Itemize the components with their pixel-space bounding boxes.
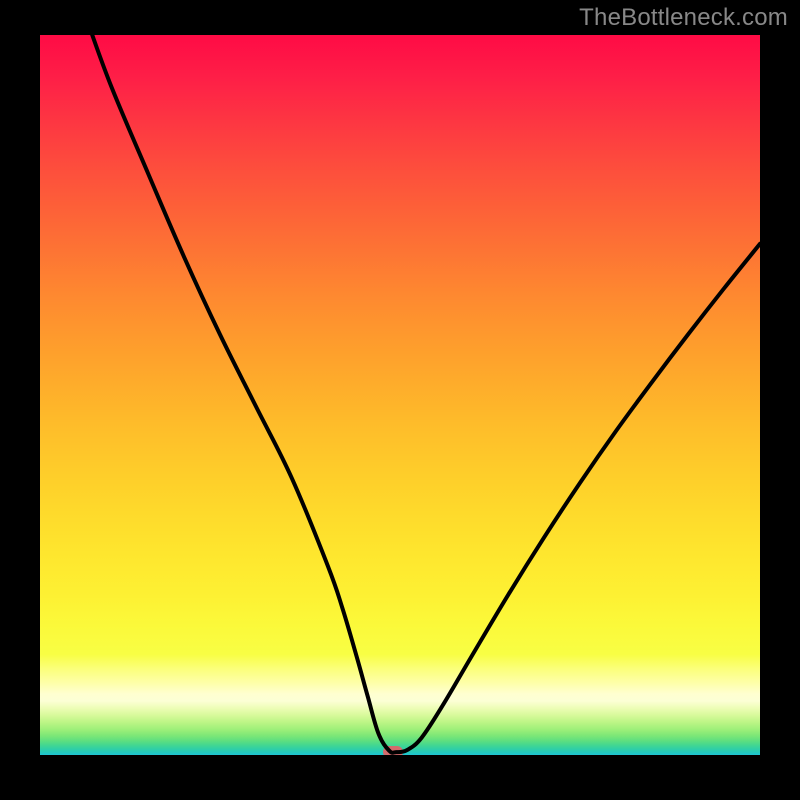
- plot-area: [40, 35, 760, 755]
- chart-wrap: TheBottleneck.com: [0, 0, 800, 800]
- attribution-label: TheBottleneck.com: [579, 4, 788, 32]
- bottleneck-curve: [40, 35, 760, 755]
